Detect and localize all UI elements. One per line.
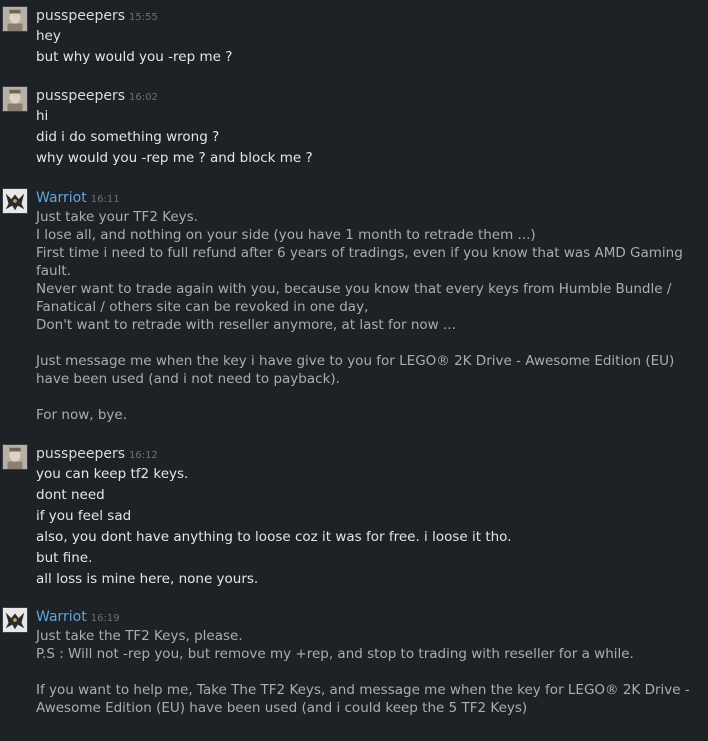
message-header: Warriot 16:19	[36, 605, 708, 627]
message-text: hi	[36, 108, 49, 124]
avatar-pusspeepers-icon[interactable]	[2, 6, 28, 32]
message-text: did i do something wrong ?	[36, 129, 220, 145]
message-group: Warriot 16:19 Just take the TF2 Keys, ple…	[0, 605, 708, 717]
message-text: you can keep tf2 keys.	[36, 466, 189, 482]
message-group: pusspeepers 16:12 you can keep tf2 keys. …	[0, 442, 708, 590]
message-text: Just take the TF2 Keys, please. P.S : Wi…	[36, 628, 634, 662]
message-group: pusspeepers 15:55 hey but why would you -…	[0, 4, 708, 68]
message-header: Warriot 16:11	[36, 186, 708, 208]
message-text: For now, bye.	[36, 407, 127, 423]
avatar-warriot-icon[interactable]	[2, 607, 28, 633]
chat-log: pusspeepers 15:55 hey but why would you -…	[0, 0, 708, 741]
author-name[interactable]: pusspeepers	[36, 8, 125, 24]
message-header: pusspeepers 16:02	[36, 84, 708, 106]
timestamp: 15:55	[129, 12, 158, 23]
author-name[interactable]: Warriot	[36, 190, 87, 206]
message-text: all loss is mine here, none yours.	[36, 571, 259, 587]
timestamp: 16:02	[129, 92, 158, 103]
message-text: but why would you -rep me ?	[36, 49, 233, 65]
author-name[interactable]: pusspeepers	[36, 88, 125, 104]
timestamp: 16:12	[129, 450, 158, 461]
message-text: hey	[36, 28, 61, 44]
message-text: If you want to help me, Take The TF2 Key…	[36, 682, 695, 716]
timestamp: 16:19	[90, 613, 120, 624]
message-text: but fine.	[36, 550, 93, 566]
message-header: pusspeepers 15:55	[36, 4, 708, 26]
message-text: if you feel sad	[36, 508, 132, 524]
message-text: why would you -rep me ? and block me ?	[36, 150, 313, 166]
message-group: pusspeepers 16:02 hi did i do something w…	[0, 84, 708, 169]
timestamp: 16:11	[90, 194, 120, 205]
message-text: dont need	[36, 487, 105, 503]
author-name[interactable]: Warriot	[36, 609, 87, 625]
message-group: Warriot 16:11 Just take your TF2 Keys. I …	[0, 186, 708, 424]
message-text: Just take your TF2 Keys. I lose all, and…	[36, 209, 683, 333]
message-header: pusspeepers 16:12	[36, 442, 708, 464]
avatar-pusspeepers-icon[interactable]	[2, 444, 28, 470]
author-name[interactable]: pusspeepers	[36, 446, 125, 462]
avatar-pusspeepers-icon[interactable]	[2, 86, 28, 112]
message-text: also, you dont have anything to loose co…	[36, 529, 512, 545]
message-text: Just message me when the key i have give…	[36, 353, 679, 387]
avatar-warriot-icon[interactable]	[2, 188, 28, 214]
